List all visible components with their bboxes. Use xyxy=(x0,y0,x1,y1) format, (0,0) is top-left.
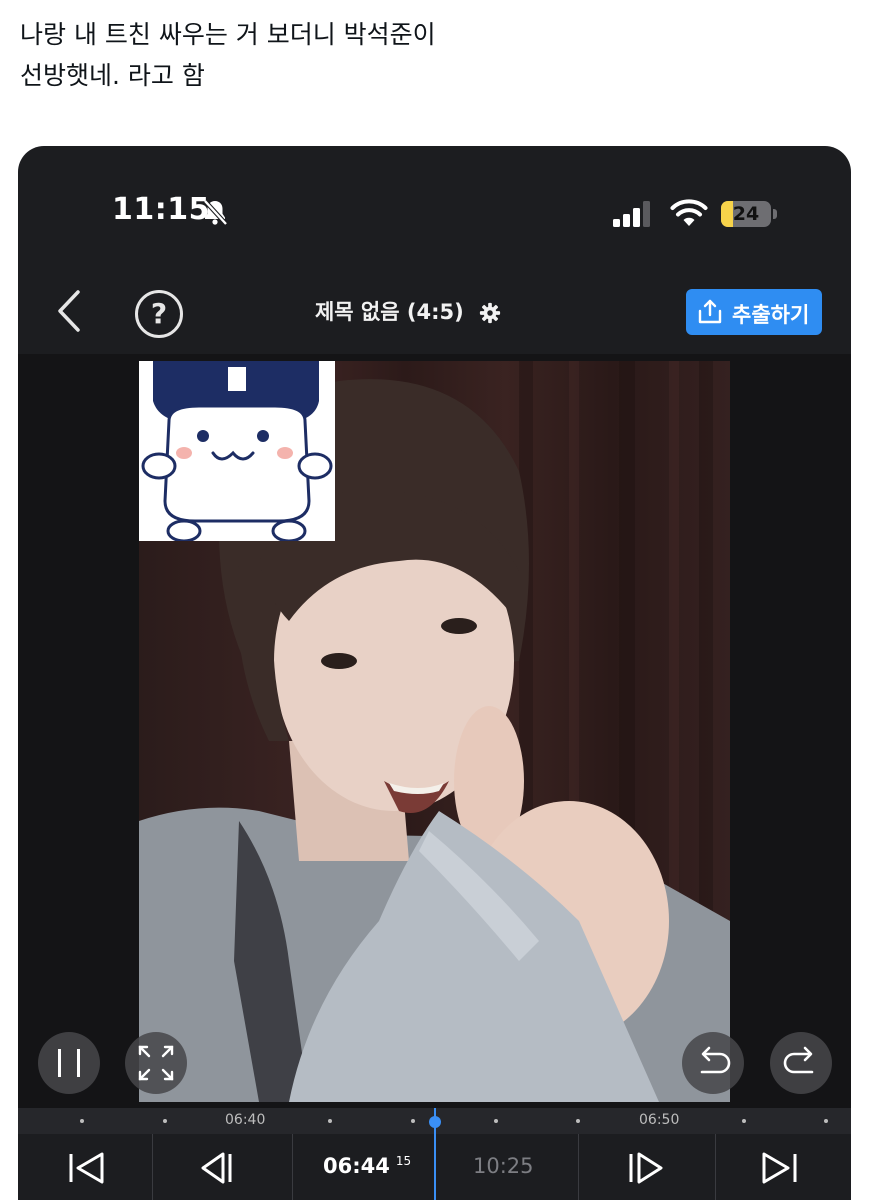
wifi-icon xyxy=(670,199,708,226)
redo-button[interactable] xyxy=(770,1032,832,1094)
tick-dot xyxy=(163,1119,167,1123)
skip-start-icon xyxy=(69,1152,104,1184)
tick-dot xyxy=(576,1119,580,1123)
tick-dot xyxy=(328,1119,332,1123)
project-title-text: 제목 없음 (4:5) xyxy=(314,300,464,324)
tweet-text: 나랑 내 트친 싸우는 거 보더니 박석준이 선방햇네. 라고 함 xyxy=(20,14,820,96)
tick-dot xyxy=(742,1119,746,1123)
skip-end-icon xyxy=(762,1152,797,1184)
timeline-marker-0640: 06:40 xyxy=(225,1112,266,1128)
project-title[interactable]: 제목 없음 (4:5) xyxy=(238,296,578,326)
fullscreen-icon xyxy=(138,1045,174,1081)
timeline-marker-0650: 06:50 xyxy=(639,1112,680,1128)
status-time: 11:15 xyxy=(112,192,210,227)
tick-dot xyxy=(411,1119,415,1123)
share-icon xyxy=(698,299,722,324)
step-back-button[interactable] xyxy=(153,1134,287,1200)
battery-icon: 24 xyxy=(721,201,777,227)
bell-slash-icon xyxy=(203,199,228,226)
undo-button[interactable] xyxy=(682,1032,744,1094)
current-frame: 15 xyxy=(395,1154,412,1168)
extract-label: 추출하기 xyxy=(732,303,810,327)
step-back-icon xyxy=(201,1152,232,1184)
signal-icon xyxy=(613,201,650,227)
help-button[interactable]: ? xyxy=(135,290,183,338)
step-forward-icon xyxy=(629,1152,663,1184)
battery-level: 24 xyxy=(732,203,760,225)
video-preview[interactable] xyxy=(18,354,851,1111)
playhead-handle[interactable] xyxy=(429,1116,441,1128)
extract-button[interactable]: 추출하기 xyxy=(686,289,822,335)
tick-dot xyxy=(824,1119,828,1123)
tick-dot xyxy=(494,1119,498,1123)
undo-icon xyxy=(700,1046,731,1074)
current-time-value: 06:44 xyxy=(323,1154,390,1178)
chevron-left-icon[interactable] xyxy=(54,289,84,333)
bunny-mascot-icon xyxy=(141,361,333,543)
current-time: 06:44 15 xyxy=(323,1154,411,1178)
tick-dot xyxy=(80,1119,84,1123)
redo-icon xyxy=(783,1046,814,1074)
pause-icon xyxy=(58,1049,80,1077)
skip-end-button[interactable] xyxy=(716,1134,850,1200)
pause-button[interactable] xyxy=(38,1032,100,1094)
tweet-line-2: 선방햇네. 라고 함 xyxy=(20,61,205,90)
step-forward-button[interactable] xyxy=(579,1134,713,1200)
fullscreen-button[interactable] xyxy=(125,1032,187,1094)
total-duration: 10:25 xyxy=(473,1154,534,1178)
skip-start-button[interactable] xyxy=(18,1134,152,1200)
gear-icon xyxy=(479,302,501,324)
mascot-sticker xyxy=(139,361,335,543)
phone-screenshot: 11:15 24 ? 제목 없음 (4:5) 추출하기 06:40 06:50 … xyxy=(18,146,851,1200)
tweet-line-1: 나랑 내 트친 싸우는 거 보더니 박석준이 xyxy=(20,20,436,49)
